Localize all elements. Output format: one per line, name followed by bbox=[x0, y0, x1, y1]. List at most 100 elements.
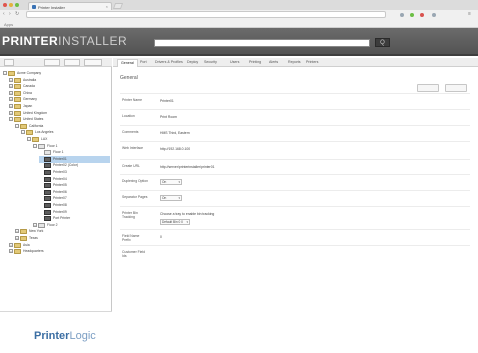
expand-icon[interactable]: + bbox=[9, 90, 13, 95]
chevron-down-icon: ▾ bbox=[186, 220, 188, 224]
expand-icon[interactable]: + bbox=[9, 97, 13, 102]
address-input[interactable] bbox=[26, 11, 386, 18]
app-header: PRINTERINSTALLER Q bbox=[0, 28, 478, 56]
app-logo[interactable]: PRINTERINSTALLER bbox=[2, 34, 127, 48]
form-row: Field Name Prefix 0 bbox=[120, 229, 470, 245]
tab-users[interactable]: Users bbox=[227, 59, 242, 67]
tree-item-label: Los Angeles bbox=[35, 130, 54, 135]
field-value[interactable]: Printer01 bbox=[160, 99, 174, 103]
action-button[interactable] bbox=[445, 84, 467, 92]
folder-icon bbox=[20, 123, 27, 129]
tree-item-label: Acme Company bbox=[17, 71, 42, 75]
tree-tool-button[interactable] bbox=[44, 59, 60, 66]
tree-toolbar bbox=[0, 58, 112, 67]
minimize-window-icon[interactable] bbox=[9, 3, 13, 7]
collapse-icon[interactable]: - bbox=[33, 143, 37, 148]
brand-thin: Logic bbox=[69, 330, 96, 342]
form-row: Customer Field Ids bbox=[120, 245, 470, 267]
tab-security[interactable]: Security bbox=[201, 59, 220, 67]
search-button[interactable]: Q bbox=[375, 38, 390, 47]
expand-icon[interactable]: + bbox=[9, 104, 13, 108]
field-select[interactable]: On ▾ bbox=[160, 195, 182, 201]
tab-alerts[interactable]: Alerts bbox=[266, 59, 281, 67]
field-value[interactable]: HMS Third, Eastern bbox=[160, 131, 190, 135]
expand-icon[interactable]: + bbox=[9, 77, 13, 82]
form-row: Location Print Room bbox=[120, 109, 470, 125]
detail-pane: General Port Drivers & Profiles Deploy Secur… bbox=[113, 58, 478, 353]
expand-icon[interactable]: + bbox=[9, 110, 13, 115]
tree-item-label: Australia bbox=[23, 77, 37, 82]
menu-icon[interactable]: ≡ bbox=[468, 11, 471, 17]
tree-item-label: Printer09 bbox=[53, 209, 67, 214]
collapse-icon[interactable]: - bbox=[21, 130, 25, 135]
tab-reports[interactable]: Reports bbox=[285, 59, 304, 67]
tree-item-label: United States bbox=[23, 117, 44, 122]
tab-general[interactable]: General bbox=[117, 59, 138, 67]
favicon-icon bbox=[32, 5, 36, 9]
field-value[interactable]: http://server/printerinstaller/printer01 bbox=[160, 165, 214, 169]
field-label: Duplexing Option bbox=[122, 179, 149, 183]
field-value[interactable]: Choose a tray to enable bin tracking bbox=[160, 212, 214, 216]
bin-select[interactable]: Default Bin 0 0 ▾ bbox=[160, 219, 190, 225]
tree-item-label: Printer06 bbox=[53, 189, 67, 194]
floor-icon bbox=[38, 222, 45, 228]
tab-drivers-profiles[interactable]: Drivers & Profiles bbox=[152, 59, 186, 67]
tree-folder-item[interactable]: + Headquarters bbox=[9, 248, 110, 255]
expand-icon[interactable]: + bbox=[33, 222, 37, 227]
extension-icon[interactable] bbox=[420, 13, 424, 17]
field-value[interactable]: Print Room bbox=[160, 115, 177, 119]
expand-icon[interactable]: + bbox=[9, 84, 13, 89]
select-value: On bbox=[162, 180, 167, 184]
collapse-icon[interactable]: - bbox=[3, 71, 7, 75]
printer-icon bbox=[44, 156, 51, 162]
browser-tab[interactable]: Printer Installer × bbox=[28, 2, 112, 10]
tab-deploy[interactable]: Deploy bbox=[184, 59, 201, 67]
close-window-icon[interactable] bbox=[3, 3, 7, 7]
form-row: Printer Name Printer01 bbox=[120, 93, 470, 109]
collapse-icon[interactable]: - bbox=[27, 137, 31, 141]
field-value[interactable]: http://192.168.0.100 bbox=[160, 147, 190, 151]
tree-item-label: Canada bbox=[23, 84, 35, 89]
tree-item-label: Printer02 (Color) bbox=[53, 163, 79, 168]
folder-icon bbox=[26, 130, 33, 136]
folder-icon bbox=[8, 71, 15, 76]
action-button[interactable] bbox=[417, 84, 439, 92]
tree-tool-button[interactable] bbox=[4, 59, 14, 66]
forward-icon[interactable]: › bbox=[9, 11, 11, 17]
tree-tool-button[interactable] bbox=[64, 59, 80, 66]
tab-printing[interactable]: Printing bbox=[246, 59, 264, 67]
extension-icon[interactable] bbox=[432, 13, 436, 17]
tab-printers[interactable]: Printers bbox=[303, 59, 321, 67]
tree-item-label: Printer08 bbox=[53, 203, 67, 207]
maximize-window-icon[interactable] bbox=[15, 3, 19, 7]
bookmark-apps[interactable]: Apps bbox=[4, 22, 13, 27]
back-icon[interactable]: ‹ bbox=[3, 11, 5, 17]
printer-icon bbox=[44, 183, 51, 189]
folder-icon bbox=[14, 90, 21, 96]
folder-icon bbox=[14, 77, 21, 83]
reload-icon[interactable]: ↻ bbox=[15, 11, 19, 17]
field-value[interactable]: 0 bbox=[160, 235, 162, 239]
expand-icon[interactable]: + bbox=[9, 242, 13, 247]
select-value: Default Bin 0 0 bbox=[162, 220, 183, 224]
property-tabs: General Port Drivers & Profiles Deploy Secur… bbox=[113, 58, 478, 67]
new-tab-button[interactable] bbox=[112, 3, 124, 9]
close-tab-icon[interactable]: × bbox=[106, 4, 108, 9]
extension-icon[interactable] bbox=[400, 13, 404, 17]
expand-icon[interactable]: + bbox=[15, 229, 19, 234]
tab-port[interactable]: Port bbox=[137, 59, 150, 67]
field-select[interactable]: On ▾ bbox=[160, 179, 182, 185]
header-search-input[interactable] bbox=[154, 39, 370, 47]
bookmarks-bar: Apps bbox=[0, 21, 478, 28]
select-value: On bbox=[162, 196, 167, 200]
tree-tool-button[interactable] bbox=[84, 59, 102, 66]
extension-icon[interactable] bbox=[410, 13, 414, 17]
folder-icon bbox=[14, 117, 21, 123]
expand-icon[interactable]: + bbox=[9, 249, 13, 254]
tree-item-label: Floor 1 bbox=[47, 143, 58, 148]
collapse-icon[interactable]: - bbox=[15, 123, 19, 128]
tree-item-label: Printer04 bbox=[53, 176, 67, 181]
field-label: Web Interface bbox=[122, 146, 144, 150]
expand-icon[interactable]: + bbox=[15, 236, 19, 240]
collapse-icon[interactable]: - bbox=[9, 117, 13, 122]
